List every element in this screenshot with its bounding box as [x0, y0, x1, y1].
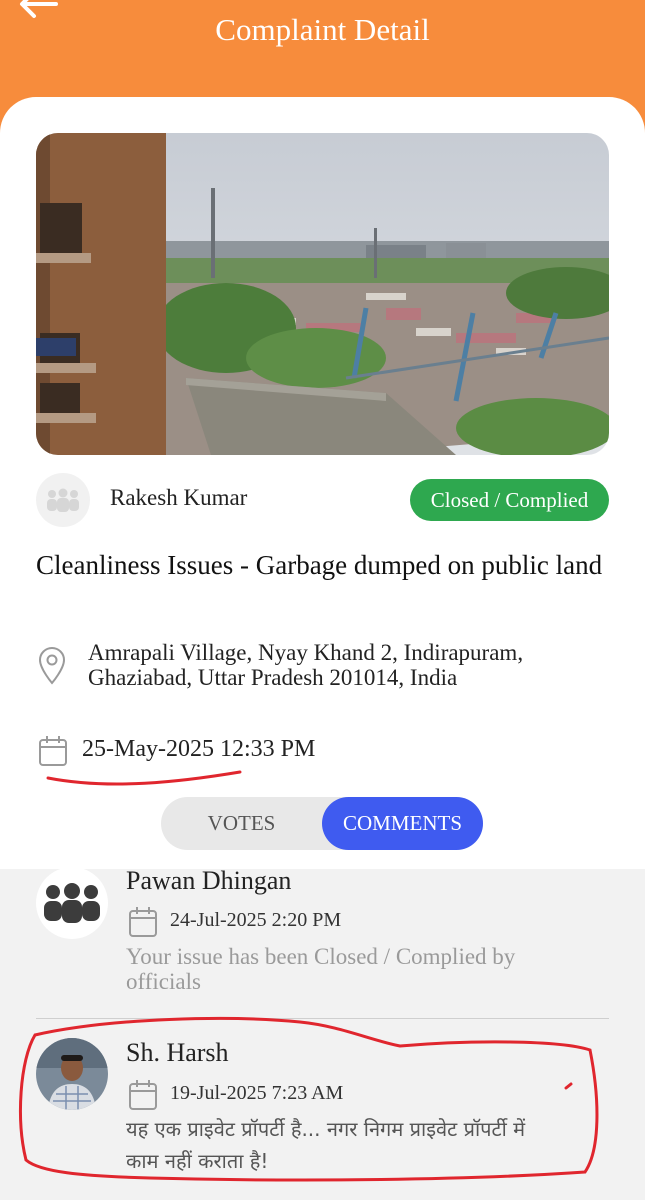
status-badge: Closed / Complied — [410, 479, 609, 521]
comment-date: 24-Jul-2025 2:20 PM — [170, 909, 342, 931]
commenter-avatar — [36, 1038, 108, 1110]
complaint-title: Cleanliness Issues - Garbage dumped on p… — [36, 550, 603, 580]
calendar-icon — [129, 907, 157, 937]
users-group-icon — [47, 488, 79, 512]
complaint-photo[interactable] — [36, 133, 609, 455]
commenter-name: Pawan Dhingan — [126, 866, 292, 895]
tab-votes[interactable]: VOTES — [161, 797, 322, 850]
comment-text: Your issue has been Closed / Complied by… — [126, 944, 516, 994]
complaint-date: 25-May-2025 12:33 PM — [82, 736, 316, 762]
page-title: Complaint Detail — [215, 12, 430, 47]
garbage-photo-image — [36, 133, 609, 455]
comment-date: 19-Jul-2025 7:23 AM — [170, 1082, 344, 1104]
comment-divider — [36, 1018, 609, 1019]
tab-switcher: VOTES COMMENTS — [161, 797, 483, 850]
author-name: Rakesh Kumar — [110, 485, 248, 510]
location-pin-icon — [38, 647, 66, 685]
tab-comments[interactable]: COMMENTS — [322, 797, 483, 850]
users-group-icon — [44, 883, 100, 923]
calendar-icon — [129, 1080, 157, 1110]
commenter-avatar — [36, 867, 108, 939]
profile-photo-image — [36, 1038, 108, 1110]
author-avatar — [36, 473, 90, 527]
complaint-address: Amrapali Village, Nyay Khand 2, Indirapu… — [88, 640, 524, 690]
comment-text: यह एक प्राइवेट प्रॉपर्टी है... नगर निगम … — [126, 1117, 526, 1173]
calendar-icon — [39, 736, 67, 766]
commenter-name: Sh. Harsh — [126, 1038, 229, 1067]
